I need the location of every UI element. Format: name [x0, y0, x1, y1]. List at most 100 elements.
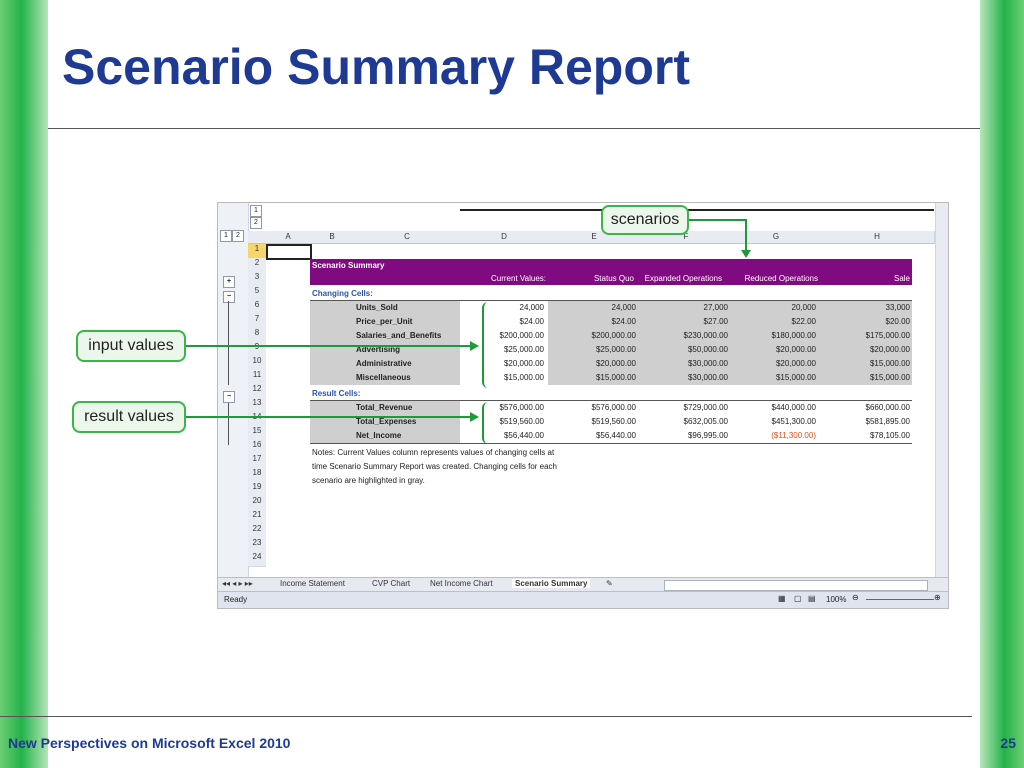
row-number[interactable]: 8 — [248, 328, 266, 343]
changing-value: $22.00 — [791, 317, 816, 326]
row-number[interactable]: 11 — [248, 370, 266, 385]
row-number[interactable]: 17 — [248, 454, 266, 469]
changing-value: $24.00 — [611, 317, 636, 326]
row-number[interactable]: 19 — [248, 482, 266, 497]
column-outline-bar — [460, 209, 934, 211]
outline-bracket — [228, 403, 229, 445]
column-header-d[interactable]: D — [460, 231, 549, 244]
notes-line: time Scenario Summary Report was created… — [312, 462, 557, 471]
changing-value: $15,000.00 — [869, 359, 910, 368]
collapse-icon[interactable]: − — [223, 291, 235, 303]
zoom-level[interactable]: 100% — [826, 595, 846, 604]
results-value: $78,105.00 — [869, 431, 910, 440]
changing-value: $30,000.00 — [687, 359, 728, 368]
row-number[interactable]: 10 — [248, 356, 266, 371]
select-all-corner[interactable] — [248, 231, 267, 244]
column-header-b[interactable]: B — [310, 231, 355, 244]
outline-level-2-button[interactable]: 2 — [232, 230, 244, 242]
result-bracket — [482, 402, 492, 444]
expand-icon[interactable]: + — [223, 276, 235, 288]
collapse-icon[interactable]: − — [223, 391, 235, 403]
results-value: $660,000.00 — [865, 403, 911, 412]
page-layout-icon[interactable]: ▢ — [794, 594, 802, 603]
slide-title: Scenario Summary Report — [62, 39, 690, 95]
page-number: 25 — [1000, 735, 1016, 751]
column-header-c[interactable]: C — [354, 231, 461, 244]
row-number[interactable]: 20 — [248, 496, 266, 511]
tab-scenario-summary[interactable]: Scenario Summary — [512, 579, 591, 588]
row-number[interactable]: 23 — [248, 538, 266, 553]
row-number[interactable]: 15 — [248, 426, 266, 441]
tab-cvp-chart[interactable]: CVP Chart — [372, 579, 410, 588]
changing-value: $27.00 — [703, 317, 728, 326]
row-number[interactable]: 24 — [248, 552, 266, 567]
left-green-bar — [0, 0, 48, 768]
selected-cell[interactable] — [266, 244, 312, 260]
result-values-callout: result values — [72, 401, 186, 433]
top-divider — [48, 128, 980, 129]
changing-value: $230,000.00 — [683, 331, 729, 340]
row-number[interactable]: 3 — [248, 272, 266, 287]
status-ready: Ready — [224, 595, 248, 604]
outline-level-1-button[interactable]: 1 — [220, 230, 232, 242]
row-number[interactable]: 7 — [248, 314, 266, 329]
results-value: $576,000.00 — [591, 403, 637, 412]
tab-nav-arrows-icon[interactable]: ◂◂ ◂ ▸ ▸▸ — [222, 579, 253, 588]
row-number[interactable]: 14 — [248, 412, 266, 427]
arrow-icon — [470, 341, 479, 351]
changing-value: 33,000 — [885, 303, 910, 312]
status-bar: Ready ▦ ▢ ▤ 100% ⊖ ⊕ — [218, 591, 948, 608]
col-sale: Sale — [893, 274, 910, 283]
tab-income-statement[interactable]: Income Statement — [280, 579, 345, 588]
results-value: $576,000.00 — [499, 403, 545, 412]
row-number[interactable]: 21 — [248, 510, 266, 525]
row-number[interactable]: 16 — [248, 440, 266, 455]
results-value: $440,000.00 — [771, 403, 817, 412]
notes-line: scenario are highlighted in gray. — [312, 476, 425, 485]
col-outline-level-1-button[interactable]: 1 — [250, 205, 262, 217]
insert-sheet-icon[interactable]: ✎ — [606, 579, 613, 588]
scenario-summary-header: Scenario Summary — [310, 259, 912, 272]
excel-window: 1 2 + − − 1 2 A B C D E F G H 1 2 3 5 6 … — [217, 202, 949, 609]
page-break-icon[interactable]: ▤ — [808, 594, 816, 603]
row-number[interactable]: 2 — [248, 258, 266, 273]
column-header-a[interactable]: A — [266, 231, 311, 244]
result-cells-label: Result Cells: — [312, 389, 361, 398]
row-number[interactable]: 5 — [248, 286, 266, 301]
horizontal-scrollbar[interactable] — [664, 580, 928, 591]
tab-net-income-chart[interactable]: Net Income Chart — [430, 579, 493, 588]
results-value: ($11,300.00) — [771, 431, 816, 440]
outline-bracket — [228, 301, 229, 385]
row-number[interactable]: 18 — [248, 468, 266, 483]
col-outline-level-2-button[interactable]: 2 — [250, 217, 262, 229]
col-reduced-operations: Reduced Operations — [744, 274, 818, 283]
changing-value: $200,000.00 — [591, 331, 637, 340]
row-number[interactable]: 12 — [248, 384, 266, 399]
changing-name: Units_Sold — [356, 303, 398, 312]
row-number[interactable]: 22 — [248, 524, 266, 539]
changing-value: 24,000 — [611, 303, 636, 312]
changing-value: $20,000.00 — [503, 359, 544, 368]
results-value: $56,440.00 — [595, 431, 636, 440]
row-number[interactable]: 13 — [248, 398, 266, 413]
row-number[interactable]: 6 — [248, 300, 266, 315]
changing-value: $24.00 — [519, 317, 544, 326]
results-value: $519,560.00 — [591, 417, 637, 426]
row-number[interactable]: 1 — [248, 244, 266, 259]
scenario-column-headers: Current Values: Status Quo Expanded Oper… — [310, 272, 912, 285]
header-title: Scenario Summary — [312, 261, 385, 270]
results-value: $56,440.00 — [503, 431, 544, 440]
col-status-quo: Status Quo — [593, 274, 634, 283]
changing-value: $175,000.00 — [865, 331, 911, 340]
zoom-out-icon[interactable]: ⊖ — [852, 593, 859, 602]
results-name: Total_Revenue — [356, 403, 413, 412]
changing-value: $20,000.00 — [775, 359, 816, 368]
arrow-icon — [470, 412, 479, 422]
column-header-h[interactable]: H — [820, 231, 935, 244]
normal-view-icon[interactable]: ▦ — [778, 594, 786, 603]
zoom-in-icon[interactable]: ⊕ — [934, 593, 941, 602]
zoom-slider[interactable] — [866, 599, 934, 600]
scenarios-callout: scenarios — [601, 205, 689, 235]
vertical-scrollbar[interactable] — [935, 203, 948, 577]
results-value: $729,000.00 — [683, 403, 729, 412]
